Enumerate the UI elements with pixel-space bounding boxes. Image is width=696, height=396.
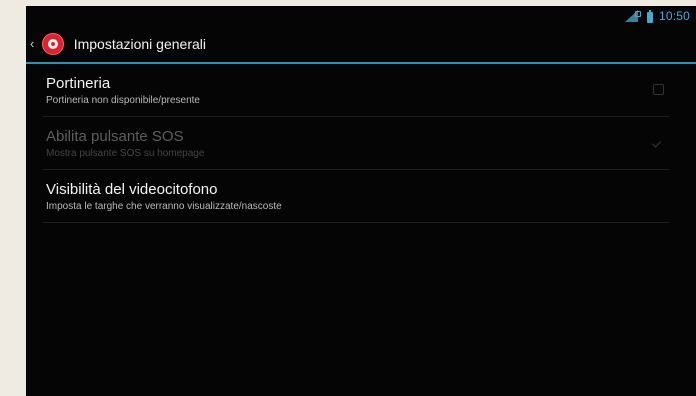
setting-subtitle: Portineria non disponibile/presente <box>46 95 200 106</box>
action-bar-title: Impostazioni generali <box>73 36 206 52</box>
setting-title: Portineria <box>46 75 111 92</box>
setting-title: Visibilità del videocitofono <box>46 181 218 198</box>
app-logo-icon <box>41 33 64 55</box>
battery-icon <box>646 9 654 23</box>
portineria-checkbox[interactable] <box>653 84 664 95</box>
checkmark-icon <box>653 137 665 149</box>
sos-checkbox <box>653 137 664 148</box>
up-navigation-button[interactable]: ‹ Impostazioni generali <box>26 26 206 62</box>
android-screen: 10:50 ‹ Impostazioni generali Portineria… <box>26 6 696 396</box>
setting-visibilita-videocitofono[interactable]: Visibilità del videocitofono Imposta le … <box>42 170 670 223</box>
status-clock: 10:50 <box>658 9 690 23</box>
signal-icon <box>624 10 641 22</box>
setting-portineria[interactable]: Portineria Portineria non disponibile/pr… <box>42 64 670 117</box>
status-icons: 10:50 <box>624 9 690 23</box>
setting-abilita-pulsante-sos: Abilita pulsante SOS Mostra pulsante SOS… <box>42 117 670 170</box>
status-bar: 10:50 <box>26 6 696 26</box>
back-icon: ‹ <box>30 36 35 51</box>
action-bar: ‹ Impostazioni generali <box>26 26 696 64</box>
setting-title: Abilita pulsante SOS <box>46 128 184 145</box>
settings-list: Portineria Portineria non disponibile/pr… <box>42 64 670 223</box>
setting-subtitle: Mostra pulsante SOS su homepage <box>46 148 205 159</box>
setting-subtitle: Imposta le targhe che verranno visualizz… <box>46 201 282 212</box>
